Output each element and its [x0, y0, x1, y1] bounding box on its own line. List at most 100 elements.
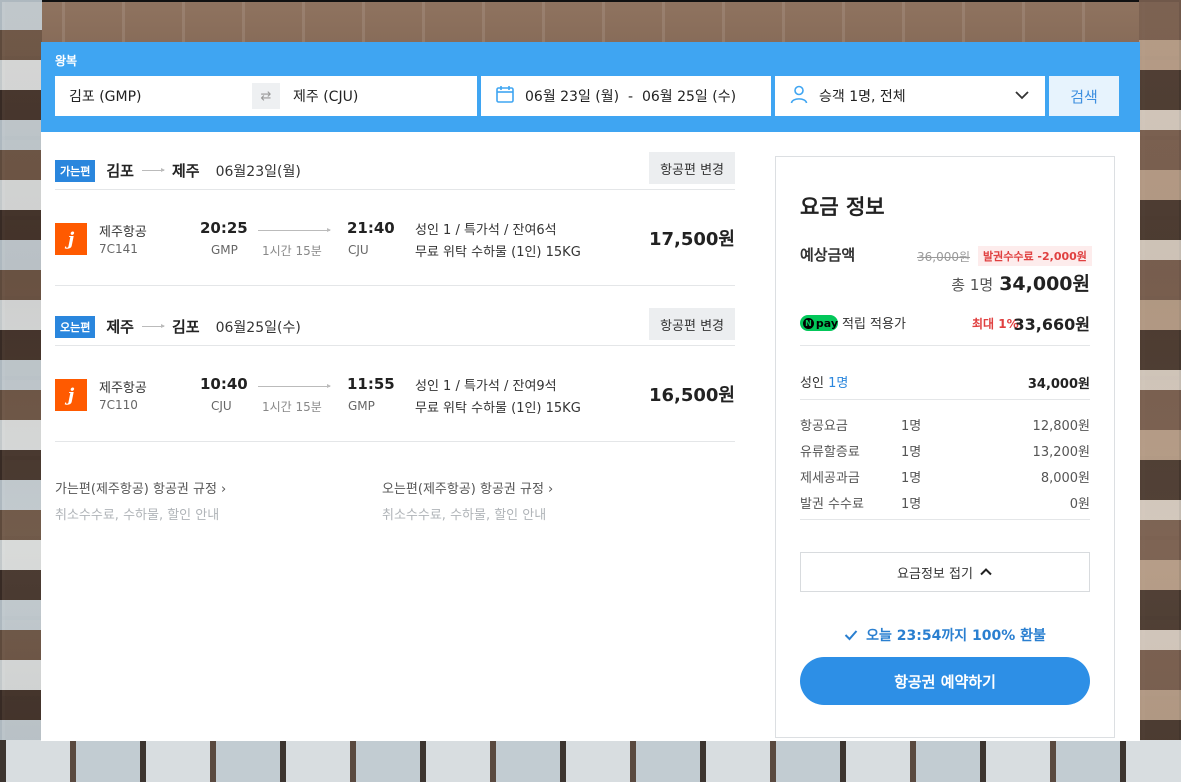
npay-n-mark: N [803, 317, 814, 329]
passenger-value: 승객 1명, 전체 [819, 89, 906, 105]
baggage-info: 무료 위탁 수하물 (1인) 15KG [415, 401, 581, 416]
booking-panel: 왕복 김포 (GMP) ⇄ 제주 (CJU) 06월 23일 (월) - 06월… [41, 42, 1140, 741]
inbound-change-button[interactable]: 항공편 변경 [649, 308, 735, 340]
passenger-field[interactable]: 승객 1명, 전체 [775, 76, 1045, 116]
fee-qty: 1명 [901, 471, 922, 486]
npay-logo-icon: Npay [800, 315, 838, 331]
fee-name: 발권 수수료 [800, 497, 864, 512]
inbound-date: 06월25일(수) [215, 319, 301, 336]
outbound-to: 제주 [171, 162, 200, 180]
jeju-air-logo-icon: j [55, 223, 87, 255]
arrival-code: GMP [348, 399, 375, 413]
original-price: 36,000원 [917, 250, 971, 264]
book-ticket-button[interactable]: 항공권 예약하기 [800, 657, 1090, 705]
fee-row: 유류할증료 1명 13,200원 [800, 441, 1090, 460]
chevron-up-icon [979, 565, 993, 579]
fee-qty: 1명 [901, 419, 922, 434]
fee-name: 제세공과금 [800, 471, 860, 486]
collapse-fare-label: 요금정보 접기 [897, 566, 973, 582]
fee-name: 유류할증료 [800, 445, 860, 460]
background-left-edge [0, 0, 42, 782]
fee-amount: 8,000원 [1040, 471, 1090, 486]
arrival-code: CJU [348, 243, 369, 257]
collapse-fare-button[interactable]: 요금정보 접기 [800, 552, 1090, 592]
divider [800, 399, 1090, 400]
swap-icon[interactable]: ⇄ [252, 83, 280, 109]
search-bar: 왕복 김포 (GMP) ⇄ 제주 (CJU) 06월 23일 (월) - 06월… [41, 42, 1140, 132]
flight-price: 16,500원 [648, 385, 735, 406]
outbound-from: 김포 [106, 162, 134, 180]
check-icon [844, 628, 858, 646]
inbound-from: 제주 [106, 318, 134, 336]
date-field[interactable]: 06월 23일 (월) - 06월 25일 (수) [481, 76, 771, 116]
outbound-date: 06월23일(월) [215, 163, 301, 180]
trip-type-label: 왕복 [55, 54, 78, 68]
background-right-edge [1139, 0, 1181, 782]
adult-label-text: 성인 [800, 376, 824, 391]
outbound-change-button[interactable]: 항공편 변경 [649, 152, 735, 184]
adult-amount: 34,000원 [1027, 377, 1090, 392]
fee-row: 제세공과금 1명 8,000원 [800, 467, 1090, 486]
route-arrow-icon [141, 324, 165, 328]
fare-title: 요금 정보 [800, 195, 885, 219]
fee-row: 항공요금 1명 12,800원 [800, 415, 1090, 434]
chevron-down-icon[interactable] [1013, 86, 1031, 108]
flight-arrow-icon [258, 384, 331, 388]
npay-max-rate: 최대 1% [972, 317, 1019, 331]
refund-note: 오늘 23:54까지 100% 환불 [800, 625, 1090, 646]
fee-amount: 12,800원 [1032, 419, 1090, 434]
divider [800, 345, 1090, 346]
date-range-value: 06월 23일 (월) - 06월 25일 (수) [525, 89, 737, 105]
fee-row: 발권 수수료 1명 0원 [800, 493, 1090, 512]
npay-amount: 33,660원 [1013, 315, 1090, 334]
airline-name: 제주항공 [99, 381, 147, 396]
calendar-icon [495, 84, 515, 108]
outbound-rules-subtext: 취소수수료, 수하물, 할인 안내 [55, 508, 220, 523]
departure-code: GMP [211, 243, 238, 257]
person-icon [789, 84, 809, 108]
departure-code: CJU [211, 399, 232, 413]
total-prefix: 총 1명 [951, 276, 994, 294]
inbound-leg: 오는편 제주 김포 06월25일(수) 항공편 변경 j 제주항공 7C110 … [55, 308, 735, 442]
route-field[interactable]: 김포 (GMP) ⇄ 제주 (CJU) [55, 76, 477, 116]
divider [800, 519, 1090, 520]
refund-note-text: 오늘 23:54까지 100% 환불 [866, 628, 1046, 644]
flight-duration: 1시간 15분 [262, 400, 322, 414]
inbound-badge: 오는편 [55, 315, 96, 338]
flight-number: 7C110 [99, 398, 138, 412]
flight-arrow-icon [258, 228, 331, 232]
outbound-flight-row[interactable]: j 제주항공 7C141 20:25 GMP 1시간 15분 21:40 CJU… [55, 190, 735, 286]
inbound-header: 오는편 제주 김포 06월25일(수) 항공편 변경 [55, 308, 735, 346]
outbound-leg: 가는편 김포 제주 06월23일(월) 항공편 변경 j 제주항공 7C141 … [55, 152, 735, 286]
outbound-badge: 가는편 [55, 159, 96, 182]
fee-qty: 1명 [901, 445, 922, 460]
npay-logo-text: pay [815, 316, 838, 330]
inbound-rules-subtext: 취소수수료, 수하물, 할인 안내 [382, 508, 547, 523]
outbound-rules-link[interactable]: 가는편(제주항공) 항공권 규정 › [55, 478, 226, 497]
fee-amount: 0원 [1069, 497, 1090, 512]
airline-name: 제주항공 [99, 225, 147, 240]
fee-qty: 1명 [901, 497, 922, 512]
arrival-time: 11:55 [347, 375, 395, 393]
baggage-info: 무료 위탁 수하물 (1인) 15KG [415, 245, 581, 260]
flight-price: 17,500원 [648, 229, 735, 250]
adult-count: 1명 [828, 376, 849, 391]
fee-name: 항공요금 [800, 419, 848, 434]
background-bottom-edge [0, 740, 1181, 782]
discount-badge: 발권수수료 -2,000원 [978, 246, 1092, 266]
search-button[interactable]: 검색 [1049, 76, 1119, 116]
flight-number: 7C141 [99, 242, 138, 256]
estimate-label: 예상금액 [800, 246, 856, 264]
inbound-to: 김포 [171, 318, 200, 336]
adult-label: 성인 1명 [800, 372, 848, 391]
flight-duration: 1시간 15분 [262, 244, 322, 258]
total-price: 총 1명 34,000원 [951, 269, 1090, 296]
destination-input[interactable]: 제주 (CJU) [293, 86, 358, 106]
fare-info-box: 요금 정보 예상금액 36,000원 발권수수료 -2,000원 총 1명 34,… [775, 156, 1115, 738]
departure-time: 10:40 [200, 375, 248, 393]
outbound-header: 가는편 김포 제주 06월23일(월) 항공편 변경 [55, 152, 735, 190]
jeju-air-logo-icon: j [55, 379, 87, 411]
origin-input[interactable]: 김포 (GMP) [69, 86, 142, 106]
inbound-rules-link[interactable]: 오는편(제주항공) 항공권 규정 › [382, 478, 553, 497]
inbound-flight-row[interactable]: j 제주항공 7C110 10:40 CJU 1시간 15분 11:55 GMP… [55, 346, 735, 442]
